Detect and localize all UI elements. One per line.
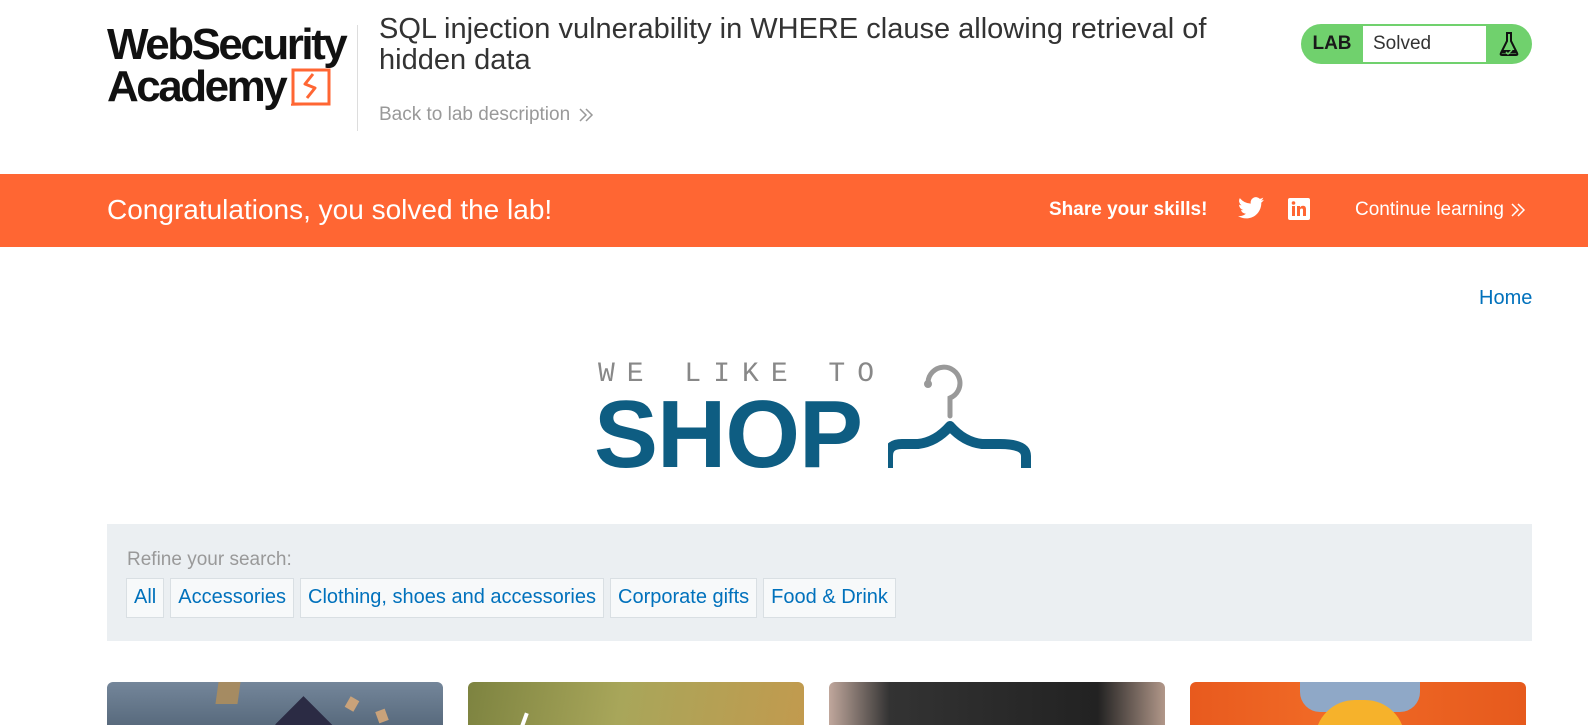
lab-status-badge: LAB Solved: [1301, 24, 1532, 64]
flask-icon: [1486, 24, 1532, 64]
continue-learning-link[interactable]: Continue learning: [1355, 199, 1526, 221]
logo-mark-icon: [291, 68, 331, 106]
product-image-1[interactable]: [107, 682, 443, 725]
product-image-3[interactable]: [829, 682, 1165, 725]
header-divider: [357, 25, 358, 131]
back-link-label: Back to lab description: [379, 104, 571, 125]
linkedin-icon[interactable]: [1288, 198, 1310, 220]
product-image-4[interactable]: [1190, 682, 1526, 725]
lab-status-tag: LAB: [1312, 33, 1352, 54]
product-image-detail: [215, 682, 241, 704]
search-filter-panel: Refine your search: All Accessories Clot…: [107, 524, 1532, 641]
lab-title: SQL injection vulnerability in WHERE cla…: [379, 13, 1207, 76]
product-image-detail: [511, 712, 529, 725]
twitter-icon[interactable]: [1238, 197, 1264, 219]
filter-category-accessories[interactable]: Accessories: [170, 578, 295, 618]
home-link[interactable]: Home: [1479, 286, 1532, 310]
lab-header: WebSecurity Academy SQL injection vulner…: [0, 0, 1588, 172]
filter-category-clothing[interactable]: Clothing, shoes and accessories: [300, 578, 604, 618]
web-security-academy-logo[interactable]: WebSecurity Academy: [107, 20, 355, 116]
filter-categories: All Accessories Clothing, shoes and acce…: [126, 578, 896, 618]
product-image-detail: [375, 708, 389, 724]
logo-text-line2: Academy: [107, 62, 288, 111]
hero-title: SHOP: [594, 381, 863, 488]
back-to-lab-description-link[interactable]: Back to lab description: [379, 104, 594, 126]
product-image-2[interactable]: [468, 682, 804, 725]
hanger-icon: [888, 364, 1031, 468]
filter-category-food-drink[interactable]: Food & Drink: [763, 578, 896, 618]
filter-category-all[interactable]: All: [126, 578, 165, 618]
filter-category-corporate-gifts[interactable]: Corporate gifts: [610, 578, 758, 618]
lab-status-text: Solved: [1363, 26, 1486, 62]
lab-solved-banner: Congratulations, you solved the lab! Sha…: [0, 174, 1588, 247]
filter-label: Refine your search:: [127, 549, 292, 570]
continue-learning-label: Continue learning: [1355, 199, 1504, 220]
double-chevron-right-icon: [1511, 203, 1526, 217]
product-image-detail: [344, 696, 360, 712]
double-chevron-right-icon: [579, 108, 594, 122]
product-image-detail: [275, 696, 339, 725]
share-skills-label: Share your skills!: [1049, 199, 1208, 220]
shop-hero-logo: WE LIKE TO SHOP: [594, 355, 1038, 485]
congratulations-message: Congratulations, you solved the lab!: [107, 194, 553, 225]
